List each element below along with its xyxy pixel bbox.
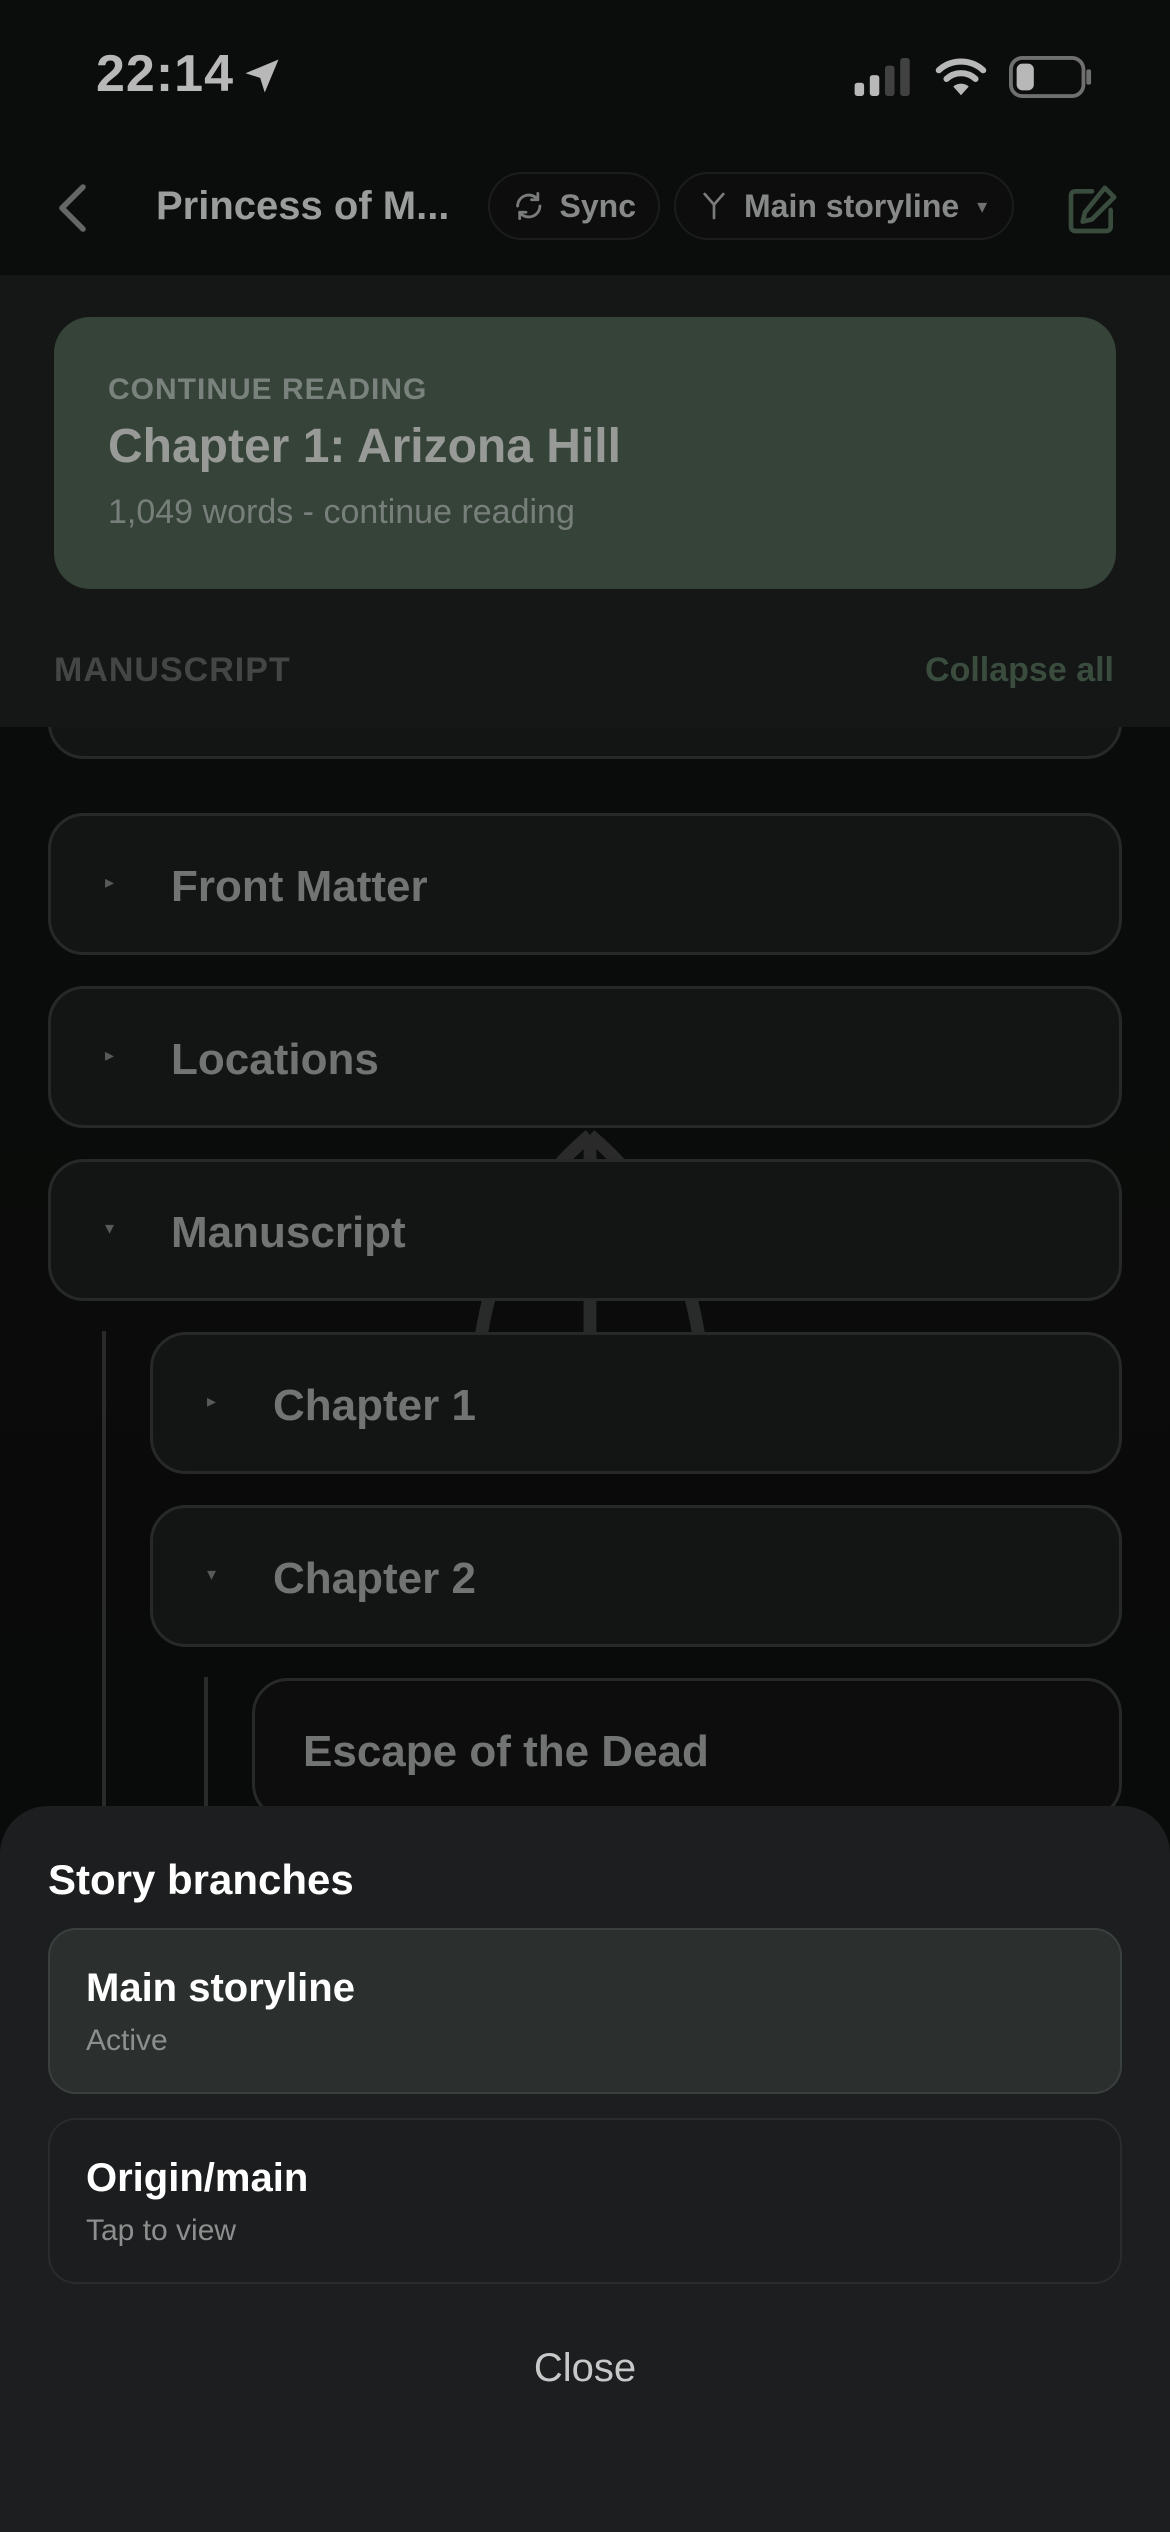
app-screen: 22:14 Princess of M... Sync Main storyli… bbox=[0, 0, 1170, 2532]
branch-name: Origin/main bbox=[86, 2156, 309, 2200]
branch-status: Active bbox=[86, 2024, 168, 2057]
close-button[interactable]: Close bbox=[0, 2346, 1170, 2391]
branch-option-main-storyline[interactable]: Main storyline Active bbox=[48, 1928, 1122, 2094]
sheet-title: Story branches bbox=[48, 1856, 354, 1903]
story-branches-sheet: Story branches Main storyline Active Ori… bbox=[0, 1806, 1170, 2532]
branch-option-origin-main[interactable]: Origin/main Tap to view bbox=[48, 2118, 1122, 2284]
branch-status: Tap to view bbox=[86, 2214, 237, 2247]
branch-name: Main storyline bbox=[86, 1966, 355, 2010]
